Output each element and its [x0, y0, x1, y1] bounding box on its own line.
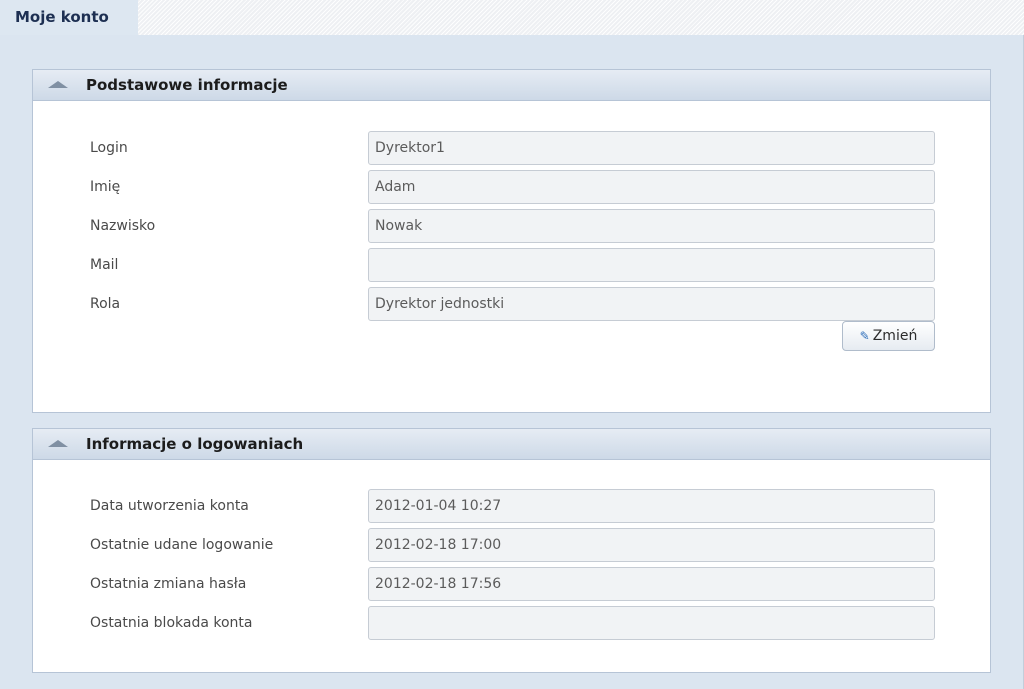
pencil-icon: ✎ [859, 329, 870, 343]
field-label: Ostatnia zmiana hasła [90, 576, 247, 592]
change-button-label: Zmień [872, 328, 918, 344]
field-label: Imię [90, 179, 121, 195]
panel-title: Informacje o logowaniach [86, 435, 304, 453]
field-row-last-name: Nazwisko Nowak [33, 209, 990, 243]
tab-bar: Moje konto [0, 0, 1024, 35]
basic-info-panel: Podstawowe informacje Login Dyrektor1 Im… [32, 69, 991, 413]
field-label: Ostatnia blokada konta [90, 615, 253, 631]
basic-info-panel-header[interactable]: Podstawowe informacje [33, 70, 990, 101]
panel-title: Podstawowe informacje [86, 76, 288, 94]
field-row-password-change: Ostatnia zmiana hasła 2012-02-18 17:56 [33, 567, 990, 601]
login-info-panel-header[interactable]: Informacje o logowaniach [33, 429, 990, 460]
account-created-field[interactable]: 2012-01-04 10:27 [368, 489, 935, 523]
field-row-mail: Mail [33, 248, 990, 282]
field-label: Ostatnie udane logowanie [90, 537, 274, 553]
collapse-arrow-icon[interactable] [48, 440, 68, 447]
field-label: Login [90, 140, 128, 156]
tab-moje-konto[interactable]: Moje konto [0, 0, 138, 35]
mail-field[interactable] [368, 248, 935, 282]
field-row-account-lock: Ostatnia blokada konta [33, 606, 990, 640]
content-area: Podstawowe informacje Login Dyrektor1 Im… [0, 35, 1024, 689]
role-field[interactable]: Dyrektor jednostki [368, 287, 935, 321]
field-row-role: Rola Dyrektor jednostki [33, 287, 990, 321]
field-row-first-name: Imię Adam [33, 170, 990, 204]
first-name-field[interactable]: Adam [368, 170, 935, 204]
last-name-field[interactable]: Nowak [368, 209, 935, 243]
field-row-last-login: Ostatnie udane logowanie 2012-02-18 17:0… [33, 528, 990, 562]
change-button[interactable]: ✎ Zmień [842, 321, 935, 351]
field-label: Nazwisko [90, 218, 156, 234]
field-row-account-created: Data utworzenia konta 2012-01-04 10:27 [33, 489, 990, 523]
last-login-field[interactable]: 2012-02-18 17:00 [368, 528, 935, 562]
field-row-login: Login Dyrektor1 [33, 131, 990, 165]
login-info-panel: Informacje o logowaniach Data utworzenia… [32, 428, 991, 673]
password-change-field[interactable]: 2012-02-18 17:56 [368, 567, 935, 601]
account-lock-field[interactable] [368, 606, 935, 640]
collapse-arrow-icon[interactable] [48, 81, 68, 88]
login-field[interactable]: Dyrektor1 [368, 131, 935, 165]
field-label: Data utworzenia konta [90, 498, 249, 514]
field-label: Rola [90, 296, 121, 312]
field-label: Mail [90, 257, 119, 273]
